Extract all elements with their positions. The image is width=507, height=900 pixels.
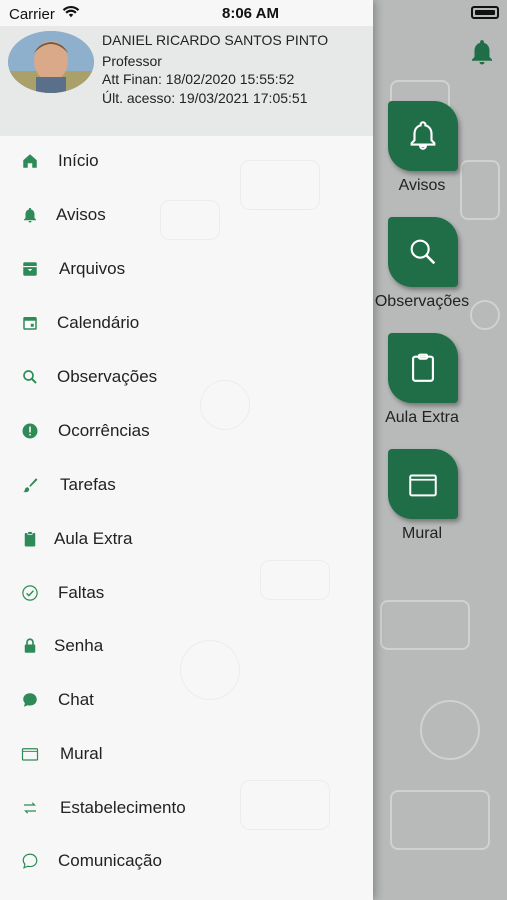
menu-item-label: Faltas	[58, 583, 105, 602]
calendar-icon	[20, 313, 40, 333]
tile-label: Avisos	[398, 177, 446, 194]
menu-item-aula-extra[interactable]: Aula Extra	[0, 516, 373, 562]
carrier-label: Carrier	[9, 6, 55, 23]
lock-icon	[20, 636, 40, 656]
menu-item-avisos[interactable]: Avisos	[0, 192, 373, 238]
background-doodle	[420, 700, 480, 760]
menu-item-label: Tarefas	[60, 475, 116, 494]
menu-item-label: Senha	[54, 636, 104, 655]
user-name: DANIEL RICARDO SANTOS PINTO	[102, 32, 329, 48]
menu-item-label: Avisos	[56, 205, 106, 224]
menu-item-label: Observações	[57, 367, 158, 386]
menu-item-inicio[interactable]: Início	[0, 138, 373, 184]
menu-item-label: Estabelecimento	[60, 798, 186, 817]
menu-item-estabelecimento[interactable]: Estabelecimento	[0, 785, 373, 831]
chat-icon	[20, 690, 40, 710]
menu-item-ocorrencias[interactable]: Ocorrências	[0, 408, 373, 454]
tile-mural[interactable]	[388, 449, 458, 519]
menu-item-mural[interactable]: Mural	[0, 731, 373, 777]
wifi-icon	[62, 5, 80, 18]
menu-item-label: Comunicação	[58, 851, 162, 870]
bell-icon[interactable]	[467, 36, 497, 68]
check-circle-icon	[20, 583, 40, 603]
brush-icon	[20, 475, 40, 495]
alert-icon	[20, 421, 40, 441]
menu-item-calendario[interactable]: Calendário	[0, 300, 373, 346]
status-bar: Carrier 8:06 AM	[0, 0, 507, 26]
tile-label: Mural	[401, 525, 442, 542]
menu-item-observacoes[interactable]: Observações	[0, 354, 373, 400]
tile-label: Aula Extra	[385, 409, 459, 426]
tile-observacoes[interactable]	[388, 217, 458, 287]
swap-icon	[20, 798, 40, 818]
tile-avisos[interactable]	[388, 101, 458, 171]
menu-item-tarefas[interactable]: Tarefas	[0, 462, 373, 508]
last-access: Últ. acesso: 19/03/2021 17:05:51	[102, 90, 308, 106]
archive-icon	[20, 259, 40, 279]
bell-icon	[20, 205, 40, 225]
profile-header: DANIEL RICARDO SANTOS PINTO Professor At…	[0, 26, 373, 136]
menu-item-label: Chat	[58, 690, 94, 709]
speech-icon	[20, 851, 40, 871]
menu-item-label: Calendário	[57, 313, 140, 332]
clipboard-icon	[412, 353, 434, 382]
menu-item-label: Aula Extra	[54, 529, 133, 548]
menu-item-label: Mural	[60, 744, 103, 763]
background-doodle	[390, 790, 490, 850]
navigation-drawer: DANIEL RICARDO SANTOS PINTO Professor At…	[0, 0, 373, 900]
tile-aula-extra[interactable]	[388, 333, 458, 403]
menu-item-label: Arquivos	[59, 259, 126, 278]
search-icon	[410, 239, 436, 265]
board-icon	[20, 744, 40, 764]
background-doodle	[470, 300, 500, 330]
att-finan: Att Finan: 18/02/2020 15:55:52	[102, 71, 295, 87]
menu-item-label: Ocorrências	[58, 421, 150, 440]
menu-item-chat[interactable]: Chat	[0, 677, 373, 723]
search-icon	[20, 367, 40, 387]
bell-icon	[410, 121, 436, 150]
home-icon	[20, 151, 40, 171]
background-doodle	[380, 600, 470, 650]
tile-label: Observações	[374, 293, 470, 310]
menu-item-faltas[interactable]: Faltas	[0, 570, 373, 616]
menu-item-label: Início	[58, 151, 99, 170]
user-role: Professor	[102, 53, 162, 69]
clipboard-icon	[20, 529, 40, 549]
menu-item-senha[interactable]: Senha	[0, 623, 373, 669]
menu-item-arquivos[interactable]: Arquivos	[0, 246, 373, 292]
board-icon	[409, 474, 437, 497]
avatar[interactable]	[8, 31, 94, 93]
menu-item-comunicacao[interactable]: Comunicação	[0, 838, 373, 884]
status-time: 8:06 AM	[222, 5, 279, 22]
